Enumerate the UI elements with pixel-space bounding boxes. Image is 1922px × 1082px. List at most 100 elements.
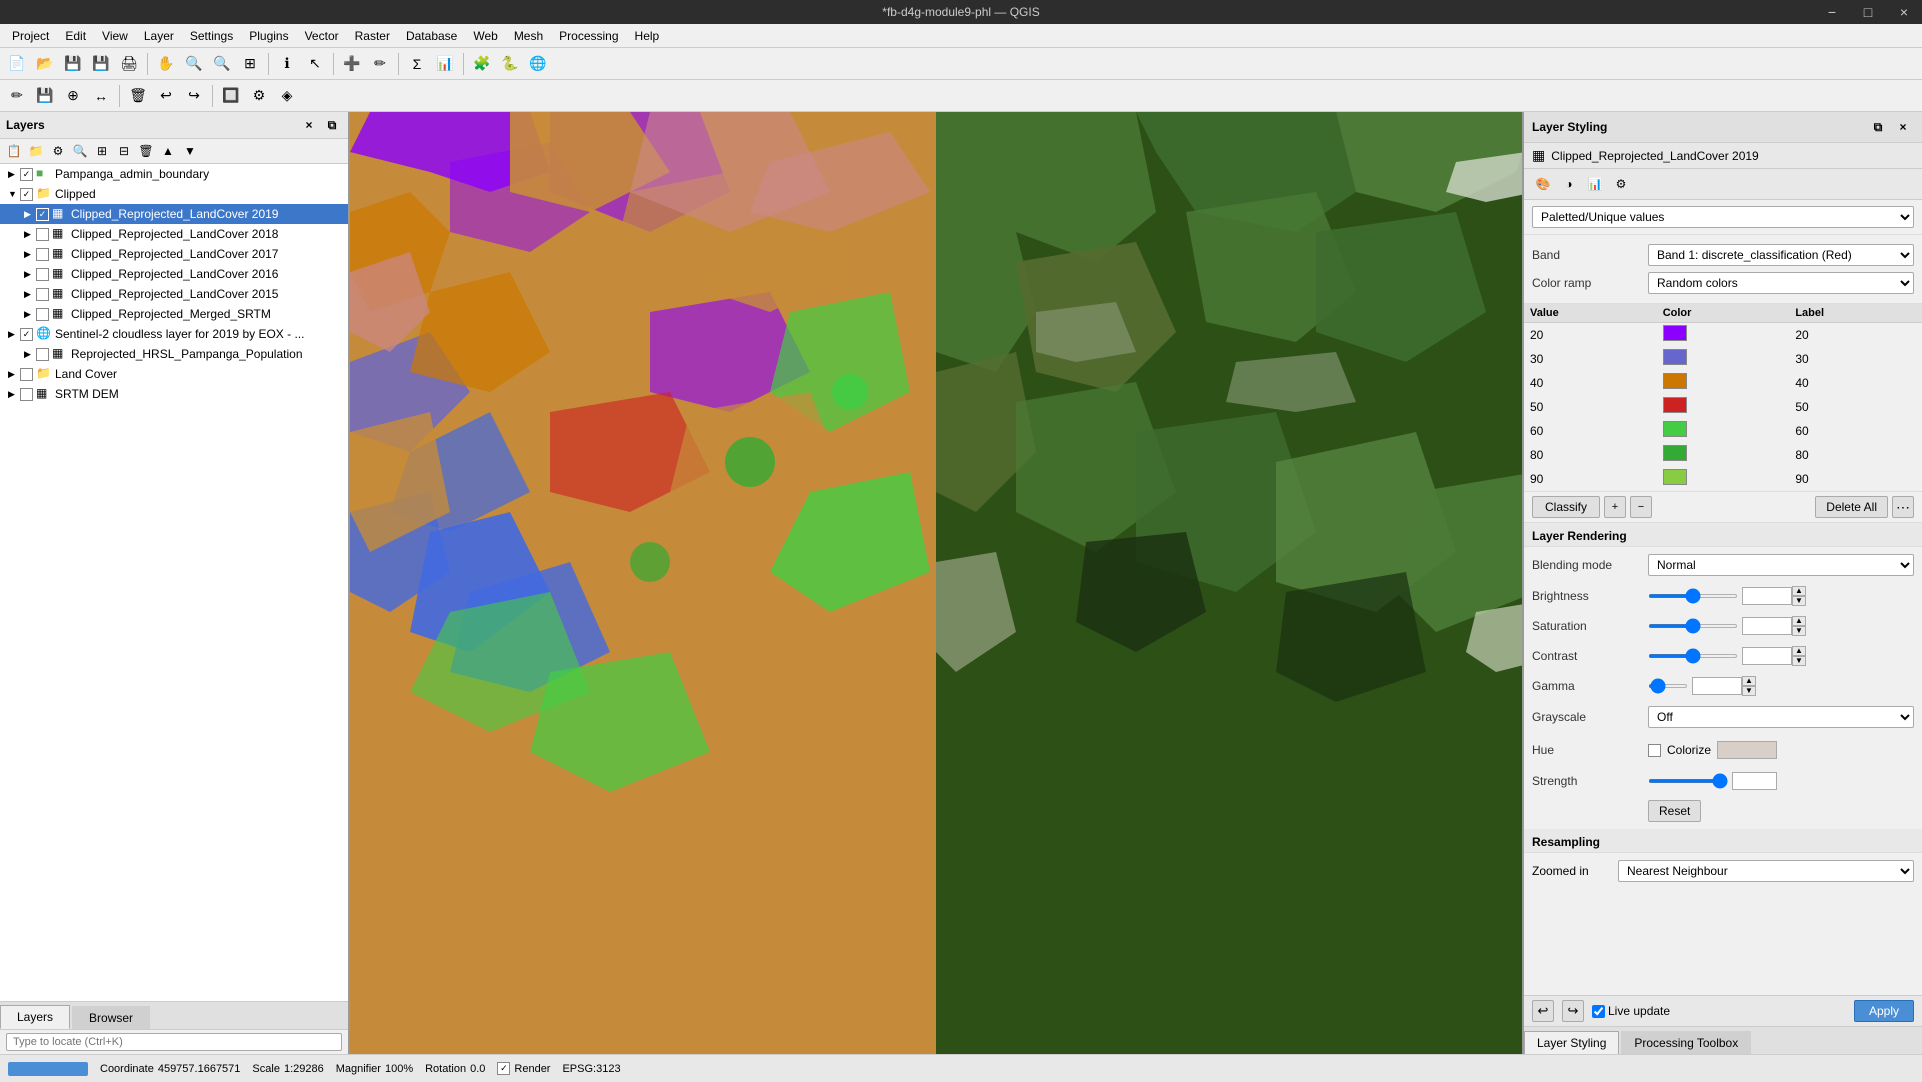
band-select[interactable]: Band 1: discrete_classification (Red) (1648, 244, 1914, 266)
identify-btn[interactable]: ℹ (274, 51, 300, 77)
calculator-btn[interactable]: Σ (404, 51, 430, 77)
menu-item-help[interactable]: Help (627, 27, 668, 45)
reset-button[interactable]: Reset (1648, 800, 1701, 822)
redo-style-btn[interactable]: ↪ (1562, 1000, 1584, 1022)
blending-select[interactable]: Normal (1648, 554, 1914, 576)
cell-color-1[interactable] (1657, 347, 1790, 371)
tab-browser[interactable]: Browser (72, 1006, 150, 1029)
python-btn[interactable]: 🐍 (497, 51, 523, 77)
select-btn[interactable]: ↖ (302, 51, 328, 77)
move-up-btn[interactable]: ▲ (158, 141, 178, 161)
layer-landcover-2015[interactable]: ▶ ▦ Clipped_Reprojected_LandCover 2015 (0, 284, 348, 304)
check-lc2017[interactable] (36, 248, 49, 261)
redo-btn[interactable]: ↪ (181, 83, 207, 109)
brightness-down[interactable]: ▼ (1792, 596, 1806, 606)
tab-layers[interactable]: Layers (0, 1005, 70, 1029)
pan-btn[interactable]: ✋ (153, 51, 179, 77)
zoom-full-btn[interactable]: ⊞ (237, 51, 263, 77)
classify-button[interactable]: Classify (1532, 496, 1600, 518)
cell-color-4[interactable] (1657, 419, 1790, 443)
apply-button[interactable]: Apply (1854, 1000, 1914, 1022)
cell-color-2[interactable] (1657, 371, 1790, 395)
new-project-btn[interactable]: 📄 (4, 51, 30, 77)
add-layer-btn[interactable]: ➕ (339, 51, 365, 77)
menu-item-web[interactable]: Web (465, 27, 505, 45)
check-lc2015[interactable] (36, 288, 49, 301)
zoomed-in-select[interactable]: Nearest Neighbour (1618, 860, 1914, 882)
colorize-color-preview[interactable] (1717, 741, 1777, 759)
layer-merged-srtm[interactable]: ▶ ▦ Clipped_Reprojected_Merged_SRTM (0, 304, 348, 324)
snap-btn[interactable]: 🔲 (218, 83, 244, 109)
color-ramp-select[interactable]: Random colors (1648, 272, 1914, 294)
menu-item-settings[interactable]: Settings (182, 27, 241, 45)
brightness-slider[interactable] (1648, 594, 1738, 598)
histogram-icon-btn[interactable]: 📊 (1584, 173, 1606, 195)
edit-toggle-btn[interactable]: ✏ (4, 83, 30, 109)
save-as-btn[interactable]: 💾 (88, 51, 114, 77)
browser-btn[interactable]: 🌐 (525, 51, 551, 77)
gamma-up[interactable]: ▲ (1742, 676, 1756, 686)
check-clipped[interactable] (20, 188, 33, 201)
open-layer-properties-btn[interactable]: 📋 (4, 141, 24, 161)
contrast-slider[interactable] (1648, 654, 1738, 658)
undo-btn[interactable]: ↩ (153, 83, 179, 109)
cell-color-3[interactable] (1657, 395, 1790, 419)
swatch-6[interactable] (1663, 469, 1687, 485)
saturation-value[interactable]: 0 (1742, 617, 1792, 635)
swatch-5[interactable] (1663, 445, 1687, 461)
print-btn[interactable]: 🖨 (116, 51, 142, 77)
layer-srtm-dem[interactable]: ▶ ▦ SRTM DEM (0, 384, 348, 404)
swatch-2[interactable] (1663, 373, 1687, 389)
menu-item-plugins[interactable]: Plugins (241, 27, 296, 45)
color-row-6[interactable]: 90 90 (1524, 467, 1922, 491)
maximize-button[interactable]: □ (1850, 0, 1886, 24)
map-right-pane[interactable] (936, 112, 1522, 1054)
open-btn[interactable]: 📂 (32, 51, 58, 77)
move-feature-btn[interactable]: ↔ (88, 83, 114, 109)
contrast-up[interactable]: ▲ (1792, 646, 1806, 656)
symbology-icon-btn[interactable]: 🎨 (1532, 173, 1554, 195)
node-btn[interactable]: ◈ (274, 83, 300, 109)
menu-item-raster[interactable]: Raster (347, 27, 398, 45)
save-edits-btn[interactable]: 💾 (32, 83, 58, 109)
saturation-down[interactable]: ▼ (1792, 626, 1806, 636)
expand-all-btn[interactable]: ⊞ (92, 141, 112, 161)
digitize-btn[interactable]: ✏ (367, 51, 393, 77)
search-input[interactable] (6, 1033, 342, 1051)
cell-color-0[interactable] (1657, 323, 1790, 347)
add-group-btn[interactable]: 📁 (26, 141, 46, 161)
color-row-0[interactable]: 20 20 (1524, 323, 1922, 347)
more-options-btn[interactable]: ⋯ (1892, 496, 1914, 518)
swatch-3[interactable] (1663, 397, 1687, 413)
layers-float-btn[interactable]: ⧉ (322, 115, 342, 135)
remove-class-btn[interactable]: − (1630, 496, 1652, 518)
layer-hrsl[interactable]: ▶ ▦ Reprojected_HRSL_Pampanga_Population (0, 344, 348, 364)
layer-landcover-2018[interactable]: ▶ ▦ Clipped_Reprojected_LandCover 2018 (0, 224, 348, 244)
delete-all-button[interactable]: Delete All (1815, 496, 1888, 518)
menu-item-view[interactable]: View (94, 27, 136, 45)
grayscale-select[interactable]: Off (1648, 706, 1914, 728)
color-row-5[interactable]: 80 80 (1524, 443, 1922, 467)
layer-pampanga-admin[interactable]: ▶ ■ Pampanga_admin_boundary (0, 164, 348, 184)
check-pampanga[interactable] (20, 168, 33, 181)
save-btn[interactable]: 💾 (60, 51, 86, 77)
minimize-button[interactable]: − (1814, 0, 1850, 24)
statistics-btn[interactable]: 📊 (432, 51, 458, 77)
renderer-select[interactable]: Paletted/Unique values (1532, 206, 1914, 228)
check-hrsl[interactable] (36, 348, 49, 361)
check-sentinel[interactable] (20, 328, 33, 341)
check-lc-group[interactable] (20, 368, 33, 381)
check-dem[interactable] (20, 388, 33, 401)
add-class-btn[interactable]: + (1604, 496, 1626, 518)
check-lc2016[interactable] (36, 268, 49, 281)
color-row-1[interactable]: 30 30 (1524, 347, 1922, 371)
rendering-icon-btn[interactable]: ⚙ (1610, 173, 1632, 195)
live-update-checkbox[interactable] (1592, 1005, 1605, 1018)
swatch-1[interactable] (1663, 349, 1687, 365)
menu-item-layer[interactable]: Layer (136, 27, 182, 45)
brightness-value[interactable]: 0 (1742, 587, 1792, 605)
layer-landcover-2017[interactable]: ▶ ▦ Clipped_Reprojected_LandCover 2017 (0, 244, 348, 264)
group-clipped[interactable]: ▼ 📁 Clipped (0, 184, 348, 204)
strength-value[interactable]: 100% (1732, 772, 1777, 790)
brightness-up[interactable]: ▲ (1792, 586, 1806, 596)
